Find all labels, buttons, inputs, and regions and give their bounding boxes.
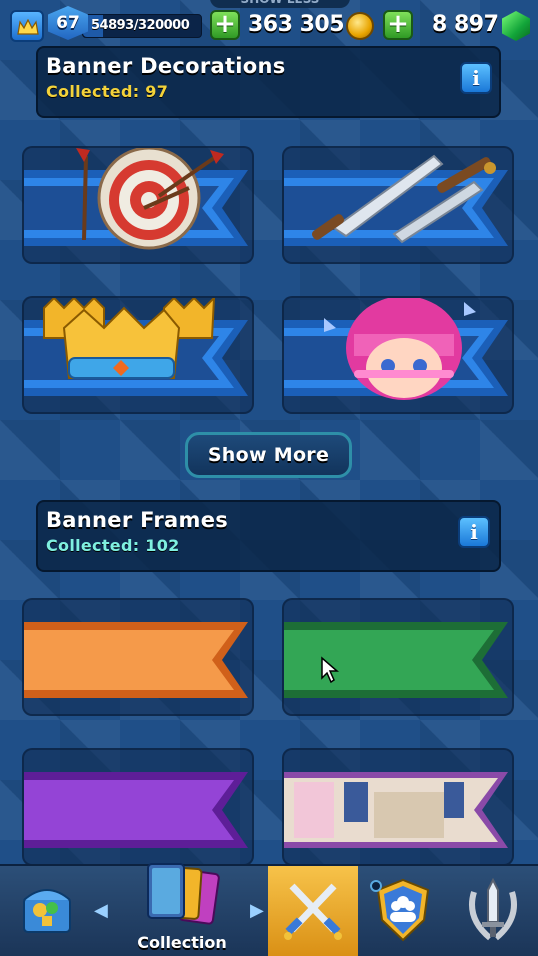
buy-gems-button[interactable]: +	[383, 10, 413, 40]
decoration-card-archery-target[interactable]	[22, 146, 254, 264]
crossed-swords-icon	[284, 883, 342, 940]
purple-frame-ribbon	[24, 772, 248, 848]
gem-amount: 8 897	[432, 12, 499, 37]
crown-icon	[17, 19, 39, 35]
xp-bar: 54893/320000	[82, 14, 202, 38]
tab-shop[interactable]	[0, 866, 92, 956]
xp-value: 54893/320000	[91, 18, 190, 33]
gold-amount: 363 305	[248, 12, 345, 37]
tab-events[interactable]	[448, 866, 538, 956]
tab-battle[interactable]	[268, 866, 358, 956]
gold-coin-icon	[346, 12, 374, 40]
info-button[interactable]: i	[460, 62, 492, 94]
cards-icon	[147, 863, 220, 925]
crowns-icon	[43, 298, 216, 379]
frame-card-castle-art[interactable]	[282, 748, 514, 866]
bottom-navigation: ◀ Collection ▶	[0, 863, 538, 956]
decoration-card-swords[interactable]	[282, 146, 514, 264]
green-frame-ribbon	[284, 622, 508, 698]
frame-card-green[interactable]	[282, 598, 514, 716]
gem-icon	[502, 11, 530, 41]
mouse-cursor-icon	[321, 656, 340, 684]
banner-decorations-header: Banner Decorations Collected: 97 i	[36, 46, 501, 118]
info-button[interactable]: i	[458, 516, 490, 548]
arrow-right-icon[interactable]: ▶	[250, 900, 264, 921]
notification-dot	[370, 880, 382, 892]
decoration-card-pink-character[interactable]	[282, 296, 514, 414]
pink-character-icon	[324, 298, 476, 400]
section-title: Banner Frames	[46, 508, 229, 532]
show-more-button[interactable]: Show More	[185, 432, 352, 478]
swords-icon	[311, 154, 496, 244]
collected-count: Collected: 97	[46, 82, 169, 101]
banner-frames-header: Banner Frames Collected: 102 i	[36, 500, 501, 572]
frame-card-purple[interactable]	[22, 748, 254, 866]
buy-gold-button[interactable]: +	[210, 10, 240, 40]
tab-collection-label: Collection	[137, 933, 227, 952]
archery-target-icon	[76, 148, 224, 250]
arrow-left-icon[interactable]: ◀	[94, 900, 108, 921]
collected-count: Collected: 102	[46, 536, 180, 555]
clan-shield-icon	[376, 878, 430, 942]
decoration-card-crowns[interactable]	[22, 296, 254, 414]
tab-collection[interactable]: Collection	[112, 863, 252, 956]
tab-clan[interactable]	[358, 866, 448, 956]
top-resource-bar: SHOW LESS 54893/320000 67 + 363 305 + 8 …	[0, 0, 538, 48]
section-title: Banner Decorations	[46, 54, 286, 78]
sword-laurel-icon	[469, 878, 517, 941]
castle-art-frame-ribbon	[284, 772, 508, 848]
show-less-tab[interactable]: SHOW LESS	[210, 0, 350, 8]
frame-card-orange[interactable]	[22, 598, 254, 716]
orange-frame-ribbon	[24, 622, 248, 698]
treasure-chest-icon	[23, 889, 71, 933]
crown-button[interactable]	[10, 10, 44, 42]
